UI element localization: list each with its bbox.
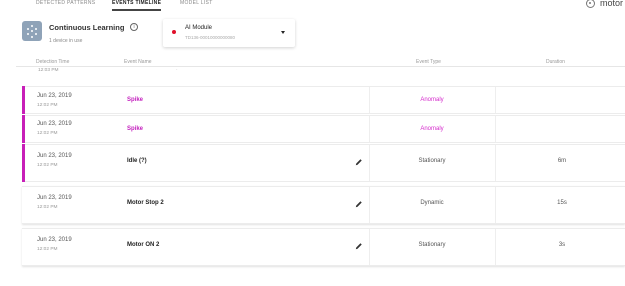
row-time: 12:03 PM xyxy=(38,68,59,73)
row-event-name: Idle (?) xyxy=(127,158,147,164)
ai-module-selector[interactable]: AI Module TD136-00010000000080 xyxy=(163,19,295,47)
anomaly-marker xyxy=(22,86,25,114)
col-duration[interactable]: Duration xyxy=(546,59,565,65)
top-tab-bar: DETECTED PATTERNS EVENTS TIMELINE MODEL … xyxy=(0,0,625,11)
row-duration: 15s xyxy=(557,200,567,206)
divider xyxy=(495,229,496,265)
module-id: TD136-00010000000080 xyxy=(185,35,236,40)
row-event-type: Anomaly xyxy=(420,97,444,103)
row-event-type: Stationary xyxy=(418,158,446,164)
divider xyxy=(369,116,370,142)
row-name: · xyxy=(176,67,178,73)
row-event-type: Dynamic xyxy=(420,200,444,206)
continuous-learning-title: Continuous Learning xyxy=(49,23,125,32)
pencil-icon[interactable] xyxy=(355,242,363,250)
row-time: 12:02 PM xyxy=(37,163,58,168)
learning-icon xyxy=(22,21,42,41)
anomaly-marker xyxy=(22,144,25,182)
col-event-name[interactable]: Event Name xyxy=(124,59,152,65)
table-row[interactable]: Jun 23, 2019 12:02 PM Motor Stop 2 Dynam… xyxy=(22,186,625,224)
row-date: Jun 23, 2019 xyxy=(37,93,72,99)
pencil-icon[interactable] xyxy=(355,158,363,166)
row-event-name: Spike xyxy=(127,126,144,132)
divider xyxy=(369,145,370,181)
caret-down-icon[interactable] xyxy=(281,31,285,34)
info-icon[interactable]: i xyxy=(130,23,138,31)
row-duration: 3s xyxy=(558,242,566,248)
continuous-learning-subtitle: 1 device in use xyxy=(49,38,83,44)
row-date: Jun 23, 2019 xyxy=(37,153,72,159)
row-time: 12:02 PM xyxy=(37,247,58,252)
divider xyxy=(369,229,370,265)
table-row[interactable]: Jun 23, 2019 12:02 PM Motor ON 2 Station… xyxy=(22,228,625,266)
tab-detected-patterns[interactable]: DETECTED PATTERNS xyxy=(36,0,95,6)
module-title: AI Module xyxy=(185,25,213,31)
anomaly-marker xyxy=(22,115,25,143)
top-right-area: motor xyxy=(585,0,623,8)
divider xyxy=(495,145,496,181)
divider xyxy=(369,87,370,113)
row-time: 12:02 PM xyxy=(37,103,58,108)
divider xyxy=(369,187,370,223)
divider xyxy=(495,87,496,113)
row-event-name: Motor Stop 2 xyxy=(127,200,164,206)
continuous-learning-panel: Continuous Learning i 1 device in use xyxy=(16,17,156,51)
col-detection-time[interactable]: Detection Time xyxy=(36,59,69,65)
row-event-name: Spike xyxy=(127,97,144,103)
row-event-type: Stationary xyxy=(418,242,446,248)
gear-icon[interactable] xyxy=(585,0,595,8)
pencil-icon[interactable] xyxy=(355,200,363,208)
divider xyxy=(495,116,496,142)
table-row[interactable]: Jun 23, 2019 12:02 PM Idle (?) Stationar… xyxy=(22,144,625,182)
tab-events-timeline[interactable]: EVENTS TIMELINE xyxy=(112,0,162,11)
table-row[interactable]: Jun 23, 2019 12:02 PM Spike Anomaly xyxy=(22,86,625,114)
row-date: Jun 23, 2019 xyxy=(37,237,72,243)
table-row[interactable]: Jun 23, 2019 12:02 PM Spike Anomaly xyxy=(22,115,625,143)
row-duration: 6m xyxy=(557,158,567,164)
row-date: Jun 23, 2019 xyxy=(37,195,72,201)
row-event-name: Motor ON 2 xyxy=(127,242,160,248)
tab-model-list[interactable]: MODEL LIST xyxy=(180,0,213,6)
table-row-partial: 12:03 PM · xyxy=(16,67,625,77)
row-time: 12:02 PM xyxy=(37,131,58,136)
col-event-type[interactable]: Event Type xyxy=(416,59,441,65)
events-table: Detection Time Event Name Event Type Dur… xyxy=(16,56,625,270)
divider xyxy=(495,187,496,223)
table-header: Detection Time Event Name Event Type Dur… xyxy=(16,56,625,67)
row-event-type: Anomaly xyxy=(420,126,444,132)
device-name[interactable]: motor xyxy=(600,0,623,8)
row-time: 12:02 PM xyxy=(37,205,58,210)
module-status-dot xyxy=(172,30,176,34)
row-date: Jun 23, 2019 xyxy=(37,121,72,127)
